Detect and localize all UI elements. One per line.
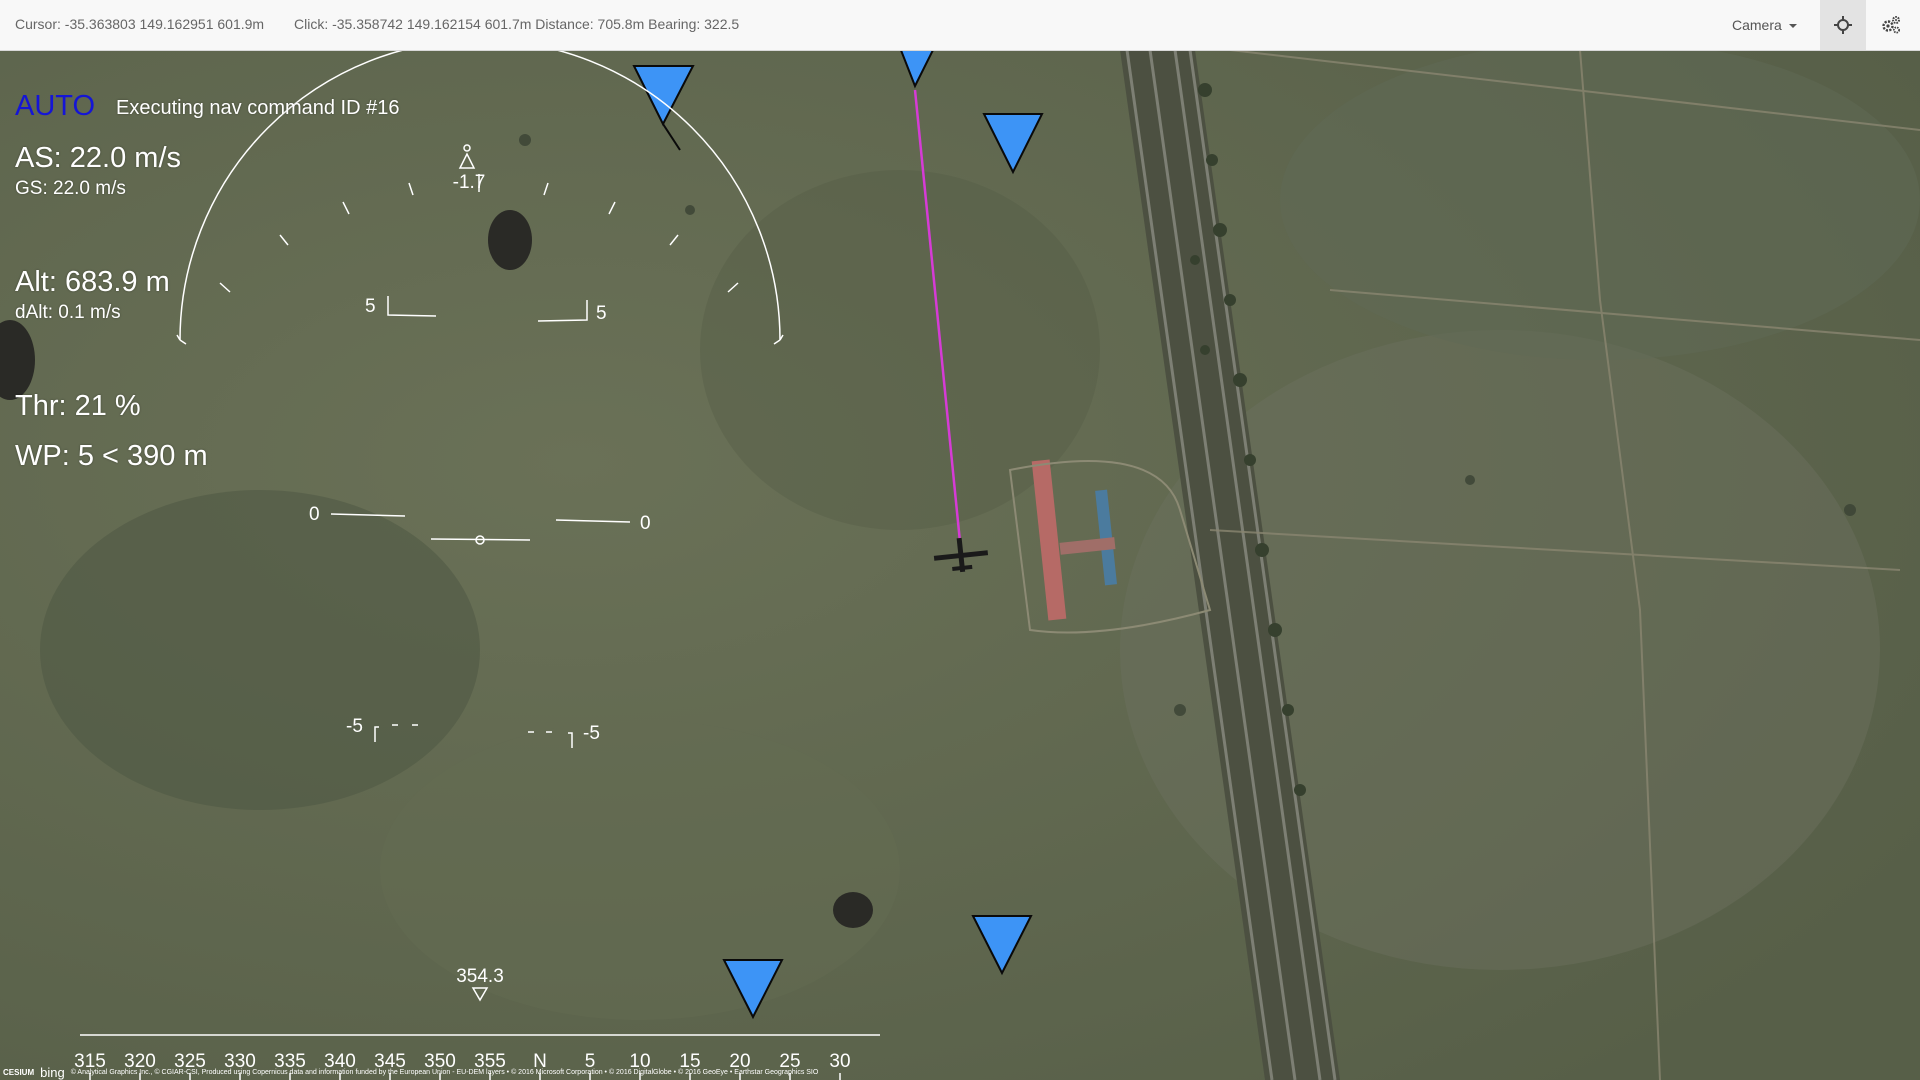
satellite-map[interactable] [0, 50, 1920, 1080]
cursor-position-readout: Cursor: -35.363803 149.162951 601.9m [15, 16, 265, 32]
bing-logo: bing [40, 1064, 65, 1080]
gears-icon [1882, 16, 1900, 34]
click-position-readout: Click: -35.358742 149.162154 601.7m Dist… [294, 16, 740, 32]
status-toolbar: Cursor: -35.363803 149.162951 601.9m Cli… [0, 0, 1920, 51]
center-on-vehicle-button[interactable] [1820, 0, 1866, 50]
settings-button[interactable] [1868, 0, 1914, 50]
map-credits: CESIUM bing © Analytical Graphics Inc., … [0, 1064, 1000, 1080]
cesium-logo: CESIUM [3, 1067, 35, 1077]
camera-dropdown-label: Camera [1732, 17, 1782, 33]
crosshair-icon [1834, 16, 1852, 34]
satellite-imagery [0, 50, 1920, 1080]
camera-dropdown[interactable]: Camera [1732, 0, 1797, 50]
caret-down-icon [1788, 24, 1797, 29]
imagery-attribution: © Analytical Graphics Inc., © CGIAR-CSI,… [70, 1068, 819, 1076]
